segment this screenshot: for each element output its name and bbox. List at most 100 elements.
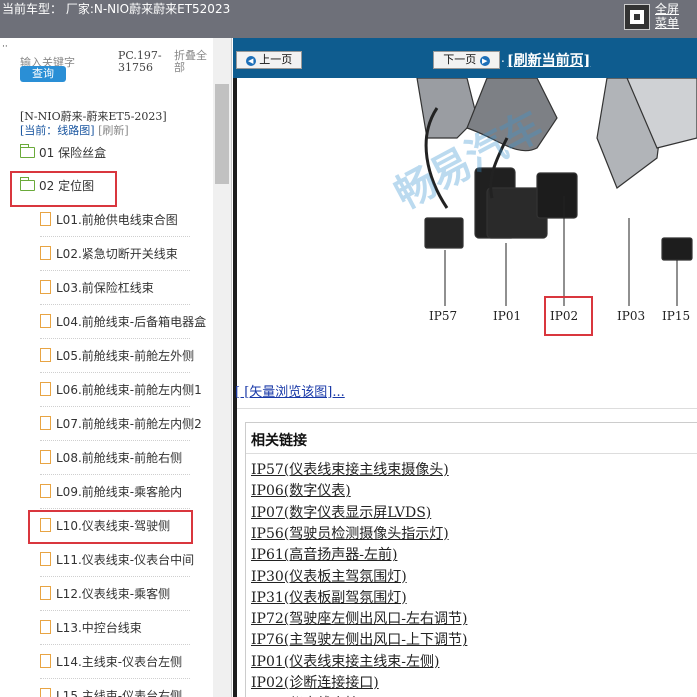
related-links-panel: 相关链接 IP57(仪表线束接主线束摄像头) IP06(数字仪表) IP07(数字仪… [245,422,697,697]
related-link[interactable]: IP07(数字仪表显示屏LVDS) [251,502,431,522]
related-link[interactable]: IP06(数字仪表) [251,480,351,500]
refresh-page-link[interactable]: [刷新当前页] [507,50,590,70]
part-label-ip57: IP57 [429,309,458,323]
connector-body [424,217,464,249]
menu-link[interactable]: 菜单 [655,16,679,30]
file-icon [40,450,51,464]
highlight-box [544,296,593,336]
sidebar-item[interactable]: L12.仪表线束-乘客侧 [40,584,170,604]
sidebar-item-label: L11.仪表线束-仪表台中间 [56,553,195,567]
vector-view-link[interactable]: [ [矢量浏览该图]... [235,381,345,400]
related-link[interactable]: IP57(仪表线束接主线束摄像头) [251,459,449,479]
part-label-ip15: IP15 [662,309,691,323]
current-car-label: 当前车型： 厂家:N-NIO蔚来蔚来ET52023 [2,2,231,16]
sidebar-item-label: L15.主线束-仪表台右侧 [56,689,183,697]
connector-body [661,237,693,261]
related-link[interactable]: IP76(主驾驶左侧出风口-上下调节) [251,629,467,649]
tree-header: [N-NIO蔚来-蔚来ET5-2023] [当前：线路图] [刷新] [20,110,167,138]
tree-refresh-link[interactable]: [刷新] [98,124,129,137]
sidebar-item-label: 01 保险丝盒 [39,146,107,160]
sidebar-item[interactable]: L14.主线束-仪表台左侧 [40,652,182,672]
sidebar-item-label: L06.前舱线束-前舱左内侧1 [56,383,202,397]
related-link[interactable]: IP01(仪表线束接主线束-左侧) [251,651,439,671]
connector-body [536,172,578,219]
sidebar-item[interactable]: L15.主线束-仪表台右侧 [40,686,182,697]
sidebar-item[interactable]: 01 保险丝盒 [19,143,107,163]
part-label-ip03: IP03 [617,309,646,323]
sidebar-item[interactable]: L05.前舱线束-前舱左外侧 [40,346,194,366]
tree-dotted-line [40,304,190,305]
main-panel: ◀ 上一页 下一页 ▶ . [刷新当前页] 畅易汽车 IP57 IP01 IP0… [233,38,697,697]
file-icon [40,382,51,396]
top-header: 当前车型： 厂家:N-NIO蔚来蔚来ET52023 全屏 菜单 [0,0,697,38]
file-icon [40,212,51,226]
prev-page-label: 上一页 [259,53,293,66]
sidebar-item-label: L05.前舱线束-前舱左外侧 [56,349,195,363]
current-view-label: [当前：线路图] [20,124,95,137]
sidebar-scroll-thumb[interactable] [215,84,229,184]
tree-dotted-line [40,644,190,645]
tree-dotted-line [40,508,190,509]
file-icon [40,688,51,697]
sidebar-item[interactable]: L08.前舱线束-前舱右侧 [40,448,182,468]
related-link[interactable]: IP72(驾驶座左侧出风口-左右调节) [251,608,467,628]
left-arrow-icon: ◀ [245,56,256,66]
sidebar-item-label: L04.前舱线束-后备箱电器盒 [56,315,207,329]
sidebar-item[interactable]: L03.前保险杠线束 [40,278,154,298]
tree-dotted-line [40,474,190,475]
sidebar-item-label: L01.前舱供电线束合图 [56,213,178,227]
sidebar-item[interactable]: L02.紧急切断开关线束 [40,244,178,264]
divider [237,408,697,409]
sidebar-item[interactable]: L07.前舱线束-前舱左内侧2 [40,414,202,434]
tree-dotted-line [40,406,190,407]
file-icon [40,654,51,668]
connector-diagram: 畅易汽车 IP57 IP01 IP02 IP03 IP15 [237,78,697,378]
tree-dotted-line [40,576,190,577]
next-page-button[interactable]: 下一页 ▶ [433,51,500,69]
related-links-divider [246,453,697,454]
sidebar-item[interactable]: L11.仪表线束-仪表台中间 [40,550,194,570]
folder-icon [19,144,35,158]
highlight-box [28,510,193,544]
fullscreen-link[interactable]: 全屏 [655,2,679,16]
tree-dotted-line [40,372,190,373]
file-icon [40,552,51,566]
sidebar-item-label: L12.仪表线束-乘客侧 [56,587,171,601]
sidebar-item[interactable]: L01.前舱供电线束合图 [40,210,178,230]
sidebar-item-label: L09.前舱线束-乘客舱内 [56,485,183,499]
dot-marker: ·· [2,42,8,52]
related-link[interactable]: IP03(仪表线束接...) [251,693,378,697]
sidebar-item-label: L02.紧急切断开关线束 [56,247,178,261]
prev-page-button[interactable]: ◀ 上一页 [236,51,302,69]
file-icon [40,620,51,634]
highlight-box [10,171,117,207]
sidebar-item[interactable]: L06.前舱线束-前舱左内侧1 [40,380,202,400]
search-button[interactable]: 查询 [20,66,66,82]
sidebar-item[interactable]: L04.前舱线束-后备箱电器盒 [40,312,206,332]
related-link[interactable]: IP31(仪表板副驾氛围灯) [251,587,407,607]
related-link[interactable]: IP61(高音扬声器-左前) [251,544,397,564]
separator-dot: . [501,51,505,65]
sidebar-item-label: L08.前舱线束-前舱右侧 [56,451,183,465]
tree-dotted-line [40,440,190,441]
file-icon [40,314,51,328]
tree-dotted-line [40,610,190,611]
tree-dotted-line [40,270,190,271]
fullscreen-icon[interactable] [624,4,650,30]
related-link[interactable]: IP30(仪表板主驾氛围灯) [251,566,407,586]
sidebar-item[interactable]: L13.中控台线束 [40,618,142,638]
file-icon [40,586,51,600]
tree-dotted-line [40,338,190,339]
sidebar-item-label: L14.主线束-仪表台左侧 [56,655,183,669]
related-link[interactable]: IP02(诊断连接接口) [251,672,379,692]
file-icon [40,484,51,498]
next-page-label: 下一页 [443,53,477,66]
tree-dotted-line [40,236,190,237]
sidebar-item[interactable]: L09.前舱线束-乘客舱内 [40,482,182,502]
related-link[interactable]: IP56(驾驶员检测摄像头指示灯) [251,523,449,543]
sidebar-item-label: L07.前舱线束-前舱左内侧2 [56,417,202,431]
file-icon [40,280,51,294]
collapse-all-button[interactable]: 折叠全 部 [174,50,207,74]
tree-dotted-line [40,678,190,679]
file-icon [40,348,51,362]
